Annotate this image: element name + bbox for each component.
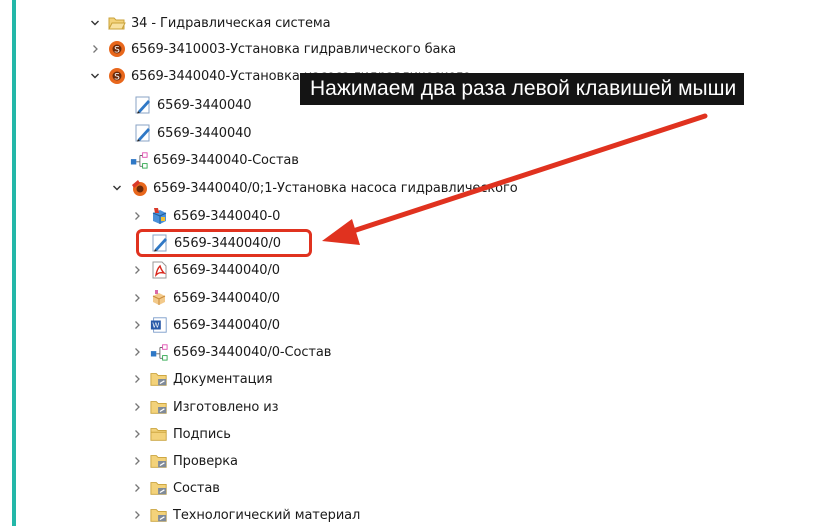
- annotation-arrow: [322, 113, 708, 245]
